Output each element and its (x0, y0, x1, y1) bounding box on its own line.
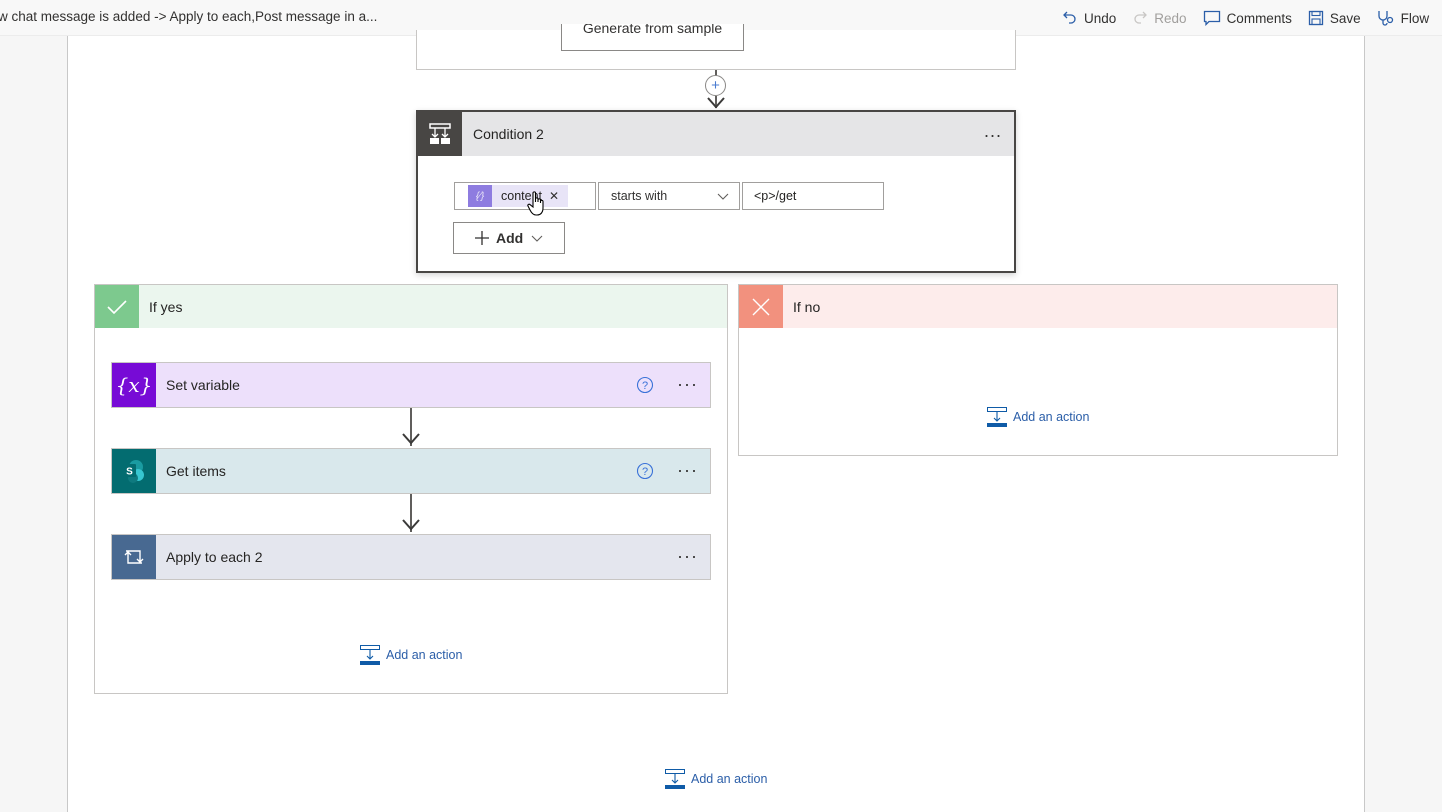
action-card-set-variable[interactable]: {x} Set variable ? ··· (111, 362, 711, 408)
checkmark-icon (95, 285, 139, 328)
hand-cursor-icon (527, 191, 544, 216)
condition-operator-select[interactable]: starts with (598, 182, 740, 210)
more-options-icon[interactable]: ... (984, 122, 1002, 140)
help-icon[interactable]: ? (636, 376, 654, 394)
variable-icon: {x} (112, 363, 156, 407)
comments-button[interactable]: Comments (1203, 10, 1292, 26)
comment-icon (1203, 10, 1220, 26)
chevron-down-icon (717, 193, 729, 200)
action-title: Set variable (166, 377, 240, 393)
action-card-get-items[interactable]: S Get items ? ··· (111, 448, 711, 494)
if-yes-header[interactable]: If yes (95, 285, 727, 328)
arrow-down-icon (707, 97, 725, 109)
condition-operand-field[interactable]: {∕} content ✕ (454, 182, 596, 210)
remove-token-icon[interactable]: ✕ (549, 189, 559, 203)
arrow-down-icon (402, 433, 420, 445)
redo-label: Redo (1154, 10, 1187, 26)
undo-icon (1063, 11, 1076, 24)
plus-icon: + (711, 77, 720, 94)
loop-icon (112, 535, 156, 579)
condition-value: <p>/get (754, 189, 797, 203)
condition-header[interactable]: Condition 2 ... (418, 112, 1014, 156)
condition-value-input[interactable]: <p>/get (742, 182, 884, 210)
more-options-icon[interactable]: ··· (677, 461, 698, 479)
add-action-label: Add an action (386, 648, 463, 662)
more-options-icon[interactable]: ··· (677, 547, 698, 565)
condition-icon (418, 112, 462, 156)
undo-button[interactable]: Undo (1062, 10, 1116, 26)
action-card-apply-to-each[interactable]: Apply to each 2 ··· (111, 534, 711, 580)
comments-label: Comments (1226, 10, 1292, 26)
add-action-icon (665, 769, 685, 789)
flow-checker-button[interactable]: Flow (1377, 9, 1430, 27)
add-an-action-bottom[interactable]: Add an action (665, 769, 767, 789)
undo-label: Undo (1084, 10, 1117, 26)
add-action-label: Add an action (1013, 410, 1090, 424)
more-options-icon[interactable]: ··· (677, 375, 698, 393)
close-icon (739, 285, 783, 328)
plus-icon (475, 231, 489, 245)
sharepoint-icon: S (112, 449, 156, 493)
condition-title: Condition 2 (473, 126, 544, 142)
add-an-action-no[interactable]: Add an action (987, 407, 1089, 427)
arrow-down-icon (402, 519, 420, 531)
add-action-icon (987, 407, 1007, 427)
svg-text:?: ? (642, 380, 648, 392)
if-no-header[interactable]: If no (739, 285, 1337, 328)
add-action-label: Add an action (691, 772, 768, 786)
add-action-icon (360, 645, 380, 665)
if-yes-title: If yes (149, 298, 183, 315)
svg-text:?: ? (642, 466, 648, 478)
add-condition-label: Add (496, 230, 524, 246)
generate-from-sample-button[interactable]: Generate from sample (561, 24, 744, 51)
add-condition-button[interactable]: Add (453, 222, 565, 254)
command-group: Undo Redo Comments Save Flow (1062, 0, 1442, 36)
redo-button[interactable]: Redo (1132, 10, 1187, 26)
insert-step-button[interactable]: + (705, 75, 726, 96)
action-title: Apply to each 2 (166, 549, 263, 565)
if-no-branch: If no (738, 284, 1338, 456)
help-icon[interactable]: ? (636, 462, 654, 480)
operator-value: starts with (611, 189, 668, 203)
flow-checker-icon (1377, 11, 1393, 26)
flow-checker-label: Flow (1400, 10, 1430, 26)
expression-icon: {∕} (468, 185, 492, 207)
if-no-title: If no (793, 298, 821, 315)
generate-label: Generate from sample (582, 24, 723, 36)
dynamic-content-token[interactable]: {∕} content ✕ (468, 185, 568, 207)
chevron-down-icon (531, 235, 543, 242)
save-icon (1308, 10, 1323, 26)
svg-text:S: S (126, 467, 133, 478)
redo-icon (1134, 11, 1148, 24)
action-title: Get items (166, 463, 226, 479)
save-label: Save (1329, 10, 1361, 26)
add-an-action-yes[interactable]: Add an action (360, 645, 462, 665)
save-button[interactable]: Save (1308, 10, 1361, 26)
flow-breadcrumb: w chat message is added -> Apply to each… (0, 9, 378, 24)
